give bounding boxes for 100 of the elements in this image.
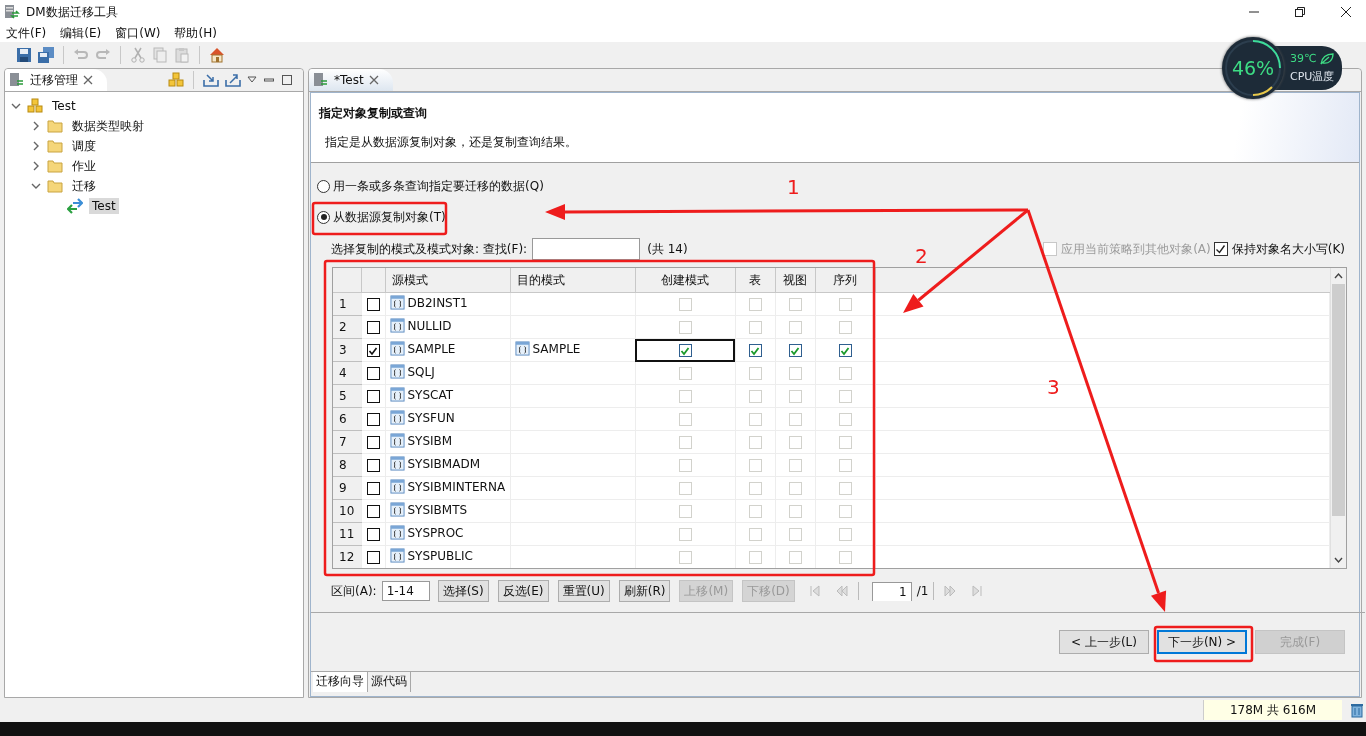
memory-indicator[interactable]: 178M 共 616M <box>1203 700 1342 720</box>
folder-icon <box>47 178 63 194</box>
checkbox[interactable] <box>366 413 380 426</box>
checkbox[interactable] <box>366 436 380 449</box>
tree-item[interactable]: 调度 <box>69 136 99 156</box>
schema-name: SYSPROC <box>407 525 464 540</box>
checkbox[interactable] <box>366 298 380 311</box>
checkbox[interactable] <box>1213 242 1228 256</box>
column-header[interactable]: 源模式 <box>391 272 428 287</box>
menu-item[interactable]: 窗口(W) <box>115 24 161 42</box>
row-number: 12 <box>333 545 361 568</box>
column-header[interactable]: 表 <box>748 272 761 287</box>
cpu-usage: 46% <box>1231 57 1275 79</box>
previous-page-icon[interactable] <box>834 584 849 598</box>
tree-item[interactable]: 作业 <box>69 156 99 176</box>
tab-label: 迁移管理 <box>30 71 78 89</box>
checkbox[interactable] <box>366 344 380 357</box>
last-page-icon[interactable] <box>970 584 985 598</box>
schema-name: SQLJ <box>407 364 435 379</box>
checkbox[interactable] <box>366 505 380 518</box>
radio-button[interactable] <box>317 210 330 224</box>
next-page-icon[interactable] <box>943 584 958 598</box>
schema-icon <box>389 318 405 333</box>
radio-label: 用一条或多条查询指定要迁移的数据(Q) <box>333 177 544 195</box>
close-icon[interactable] <box>1340 6 1352 18</box>
wizard-button[interactable]: 下一步(N) > <box>1157 630 1247 654</box>
schema-icon <box>514 341 530 356</box>
tree-item[interactable]: 数据类型映射 <box>69 116 147 136</box>
schema-name: SYSIBM <box>407 433 453 448</box>
search-field[interactable] <box>532 238 641 260</box>
restore-icon[interactable] <box>1294 6 1306 18</box>
view-tab[interactable]: 迁移管理 <box>5 69 107 91</box>
schema-icon <box>389 479 405 494</box>
editor-tab[interactable]: *Test <box>309 69 393 91</box>
row-number: 4 <box>333 361 361 385</box>
cubes-icon <box>27 98 43 114</box>
dropdown-icon[interactable] <box>247 76 257 84</box>
cut-icon[interactable] <box>130 47 146 63</box>
schema-icon <box>389 433 405 448</box>
scrollbar[interactable] <box>1330 268 1346 568</box>
action-button[interactable]: 刷新(R) <box>618 580 671 602</box>
menu-item[interactable]: 文件(F) <box>6 24 47 42</box>
checkbox[interactable] <box>366 459 380 472</box>
maximize-icon[interactable] <box>281 74 293 86</box>
schema-name: DB2INST1 <box>407 295 468 310</box>
range-field[interactable]: 1-14 <box>381 581 430 601</box>
checkbox[interactable] <box>366 551 380 564</box>
page-field[interactable]: 1 <box>871 581 912 601</box>
copy-icon[interactable] <box>152 47 168 63</box>
bottom-tab[interactable]: 源代码 <box>368 672 411 692</box>
tree-item[interactable]: 迁移 <box>69 176 99 196</box>
trash-icon[interactable] <box>1350 702 1364 718</box>
row-number: 1 <box>333 292 361 316</box>
row-number: 5 <box>333 384 361 408</box>
wizard-button[interactable]: < 上一步(L) <box>1059 630 1149 654</box>
checkbox[interactable] <box>366 390 380 403</box>
first-page-icon[interactable] <box>807 584 822 598</box>
menu-item[interactable]: 编辑(E) <box>60 24 102 42</box>
page-description: 指定是从数据源复制对象，还是复制查询结果。 <box>325 134 578 151</box>
chevron-icon[interactable] <box>31 141 41 151</box>
schema-name: SAMPLE <box>407 341 456 356</box>
radio-button[interactable] <box>317 179 330 193</box>
action-button[interactable]: 反选(E) <box>497 580 549 602</box>
action-button[interactable]: 选择(S) <box>437 580 489 602</box>
checkbox-label: 应用当前策略到其他对象(A) <box>1061 240 1211 258</box>
range-label: 区间(A): <box>331 582 377 600</box>
checkbox[interactable] <box>366 482 380 495</box>
schema-name: SYSIBMINTERNA <box>407 479 506 494</box>
save-all-icon[interactable] <box>38 47 54 63</box>
tree-item[interactable]: Test <box>89 198 119 214</box>
chevron-icon[interactable] <box>31 181 41 191</box>
menu-item[interactable]: 帮助(H) <box>174 24 217 42</box>
scroll-thumb[interactable] <box>1332 284 1345 516</box>
annotation-number: 1 <box>787 176 800 198</box>
checkbox[interactable] <box>366 367 380 380</box>
schema-name: SAMPLE <box>532 341 581 356</box>
action-button[interactable]: 重置(U) <box>557 580 610 602</box>
checkbox[interactable] <box>366 321 380 334</box>
tree-item[interactable]: Test <box>49 98 79 114</box>
paste-icon[interactable] <box>174 47 190 63</box>
checkbox[interactable] <box>788 344 802 357</box>
export-icon[interactable] <box>225 72 241 88</box>
checkbox-label: 保持对象名大小写(K) <box>1231 240 1345 258</box>
cubes-icon[interactable] <box>168 72 184 88</box>
checkbox[interactable] <box>838 344 852 357</box>
import-icon[interactable] <box>203 72 219 88</box>
home-icon[interactable] <box>209 47 225 63</box>
chevron-icon[interactable] <box>31 161 41 171</box>
schema-icon <box>389 502 405 517</box>
gauge-arc <box>1252 86 1273 96</box>
chevron-icon[interactable] <box>11 101 21 111</box>
checkbox[interactable] <box>748 344 762 357</box>
checkbox[interactable] <box>678 344 692 357</box>
save-icon[interactable] <box>16 47 32 63</box>
checkbox[interactable] <box>366 528 380 541</box>
window-title: DM数据迁移工具 <box>26 3 118 21</box>
schema-icon <box>389 410 405 425</box>
chevron-icon[interactable] <box>31 121 41 131</box>
schema-icon <box>389 364 405 379</box>
bottom-tab[interactable]: 迁移向导 <box>313 672 368 692</box>
